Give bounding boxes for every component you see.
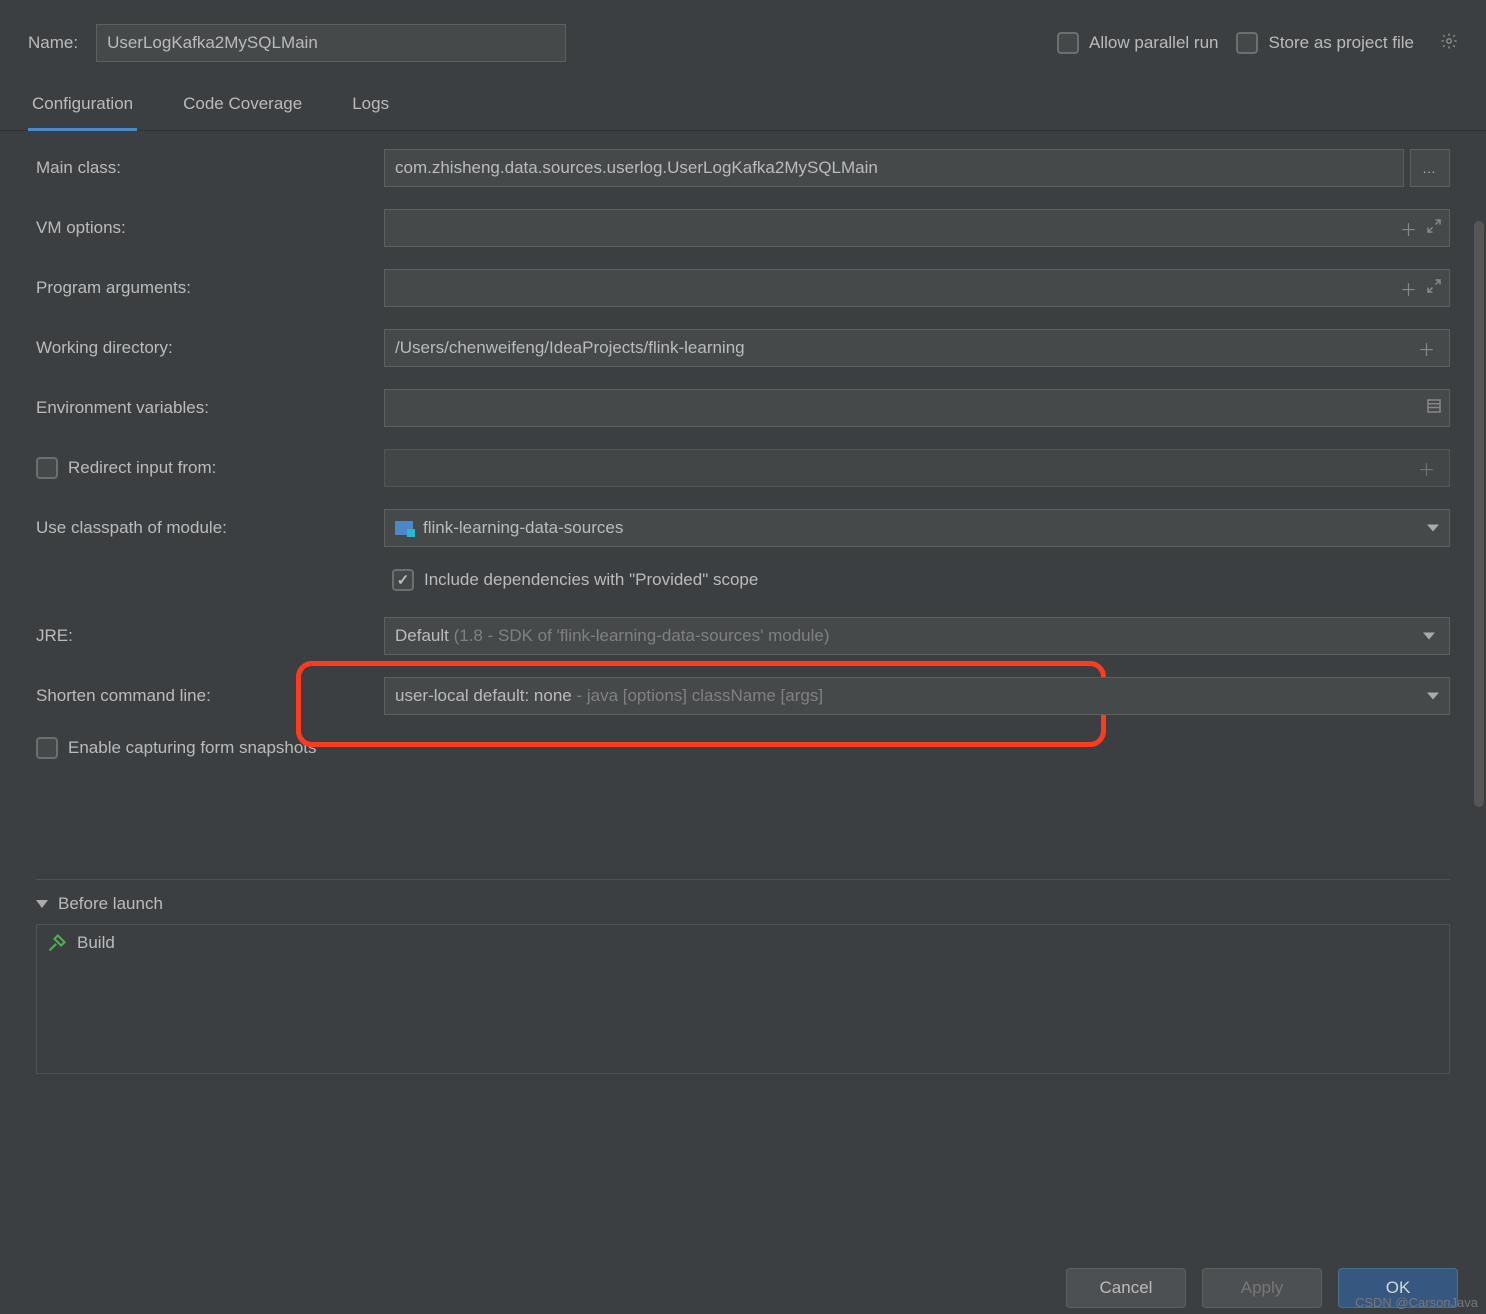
hammer-icon — [47, 933, 67, 953]
watermark: CSDN @CarsonJava — [1355, 1295, 1478, 1310]
program-args-input[interactable]: ＋ — [384, 269, 1450, 307]
enable-capture-option[interactable]: Enable capturing form snapshots — [36, 737, 317, 759]
shorten-value: user-local default: none - java [options… — [395, 686, 823, 706]
jre-row: JRE: Default (1.8 - SDK of 'flink-learni… — [36, 617, 1450, 655]
cancel-button[interactable]: Cancel — [1066, 1268, 1186, 1308]
scrollbar-thumb[interactable] — [1474, 221, 1484, 807]
redirect-input-field[interactable]: ＋ — [384, 449, 1450, 487]
module-icon — [395, 521, 413, 535]
env-vars-input[interactable] — [384, 389, 1450, 427]
before-launch-list[interactable]: Build — [36, 924, 1450, 1074]
enable-capture-checkbox[interactable] — [36, 737, 58, 759]
main-class-value: com.zhisheng.data.sources.userlog.UserLo… — [395, 158, 878, 178]
jre-dropdown-button[interactable] — [1406, 617, 1450, 655]
working-dir-value: /Users/chenweifeng/IdeaProjects/flink-le… — [395, 338, 745, 358]
program-args-label: Program arguments: — [36, 278, 384, 298]
chevron-down-icon — [36, 900, 48, 908]
classpath-value: flink-learning-data-sources — [423, 518, 623, 538]
main-class-input[interactable]: com.zhisheng.data.sources.userlog.UserLo… — [384, 149, 1404, 187]
shorten-value-main: user-local default: none — [395, 686, 572, 705]
redirect-label: Redirect input from: — [68, 458, 216, 478]
allow-parallel-checkbox[interactable] — [1057, 32, 1079, 54]
list-item[interactable]: Build — [37, 925, 1449, 961]
chevron-down-icon — [1427, 693, 1439, 700]
tab-logs[interactable]: Logs — [348, 84, 393, 130]
content-area: Main class: com.zhisheng.data.sources.us… — [0, 131, 1486, 1258]
enable-capture-label: Enable capturing form snapshots — [68, 738, 317, 758]
header: Name: Allow parallel run Store as projec… — [0, 0, 1486, 78]
chevron-down-icon — [1423, 633, 1435, 640]
shorten-select[interactable]: user-local default: none - java [options… — [384, 677, 1450, 715]
expand-icon[interactable] — [1425, 217, 1443, 240]
allow-parallel-option[interactable]: Allow parallel run — [1057, 32, 1218, 54]
shorten-label: Shorten command line: — [36, 686, 384, 706]
expand-icon[interactable] — [1425, 277, 1443, 300]
jre-value-hint: (1.8 - SDK of 'flink-learning-data-sourc… — [449, 626, 830, 645]
run-config-dialog: Name: Allow parallel run Store as projec… — [0, 0, 1486, 1314]
plus-icon[interactable]: ＋ — [1418, 336, 1435, 361]
before-launch-header[interactable]: Before launch — [36, 894, 1450, 914]
working-dir-label: Working directory: — [36, 338, 384, 358]
working-dir-input[interactable]: /Users/chenweifeng/IdeaProjects/flink-le… — [384, 329, 1450, 367]
apply-button[interactable]: Apply — [1202, 1268, 1322, 1308]
tab-code-coverage[interactable]: Code Coverage — [179, 84, 306, 130]
working-dir-row: Working directory: /Users/chenweifeng/Id… — [36, 329, 1450, 367]
scrollbar[interactable] — [1474, 221, 1484, 1198]
redirect-input-option[interactable]: Redirect input from: — [36, 457, 384, 479]
main-class-label: Main class: — [36, 158, 384, 178]
plus-icon[interactable]: ＋ — [1400, 216, 1417, 241]
classpath-select[interactable]: flink-learning-data-sources — [384, 509, 1450, 547]
jre-label: JRE: — [36, 626, 384, 646]
include-deps-option[interactable]: Include dependencies with "Provided" sco… — [392, 569, 758, 591]
vm-options-input[interactable]: ＋ — [384, 209, 1450, 247]
classpath-row: Use classpath of module: flink-learning-… — [36, 509, 1450, 547]
vm-options-row: VM options: ＋ — [36, 209, 1450, 247]
tab-configuration[interactable]: Configuration — [28, 84, 137, 131]
list-icon[interactable] — [1425, 397, 1443, 420]
store-project-label: Store as project file — [1268, 33, 1414, 53]
before-launch-title: Before launch — [58, 894, 163, 914]
include-deps-row: Include dependencies with "Provided" sco… — [36, 569, 1450, 591]
env-vars-row: Environment variables: — [36, 389, 1450, 427]
store-project-option[interactable]: Store as project file — [1236, 32, 1414, 54]
jre-value-main: Default — [395, 626, 449, 645]
build-item-label: Build — [77, 933, 115, 953]
name-label: Name: — [28, 33, 78, 53]
env-vars-label: Environment variables: — [36, 398, 384, 418]
allow-parallel-label: Allow parallel run — [1089, 33, 1218, 53]
jre-value: Default (1.8 - SDK of 'flink-learning-da… — [395, 626, 830, 646]
include-deps-checkbox[interactable] — [392, 569, 414, 591]
name-input[interactable] — [96, 24, 566, 62]
footer: Cancel Apply OK — [0, 1258, 1486, 1314]
main-class-browse-button[interactable]: … — [1410, 149, 1450, 187]
enable-capture-row: Enable capturing form snapshots — [36, 737, 1450, 759]
shorten-row: Shorten command line: user-local default… — [36, 677, 1450, 715]
chevron-down-icon — [1427, 525, 1439, 532]
redirect-row: Redirect input from: ＋ — [36, 449, 1450, 487]
include-deps-label: Include dependencies with "Provided" sco… — [424, 570, 758, 590]
classpath-label: Use classpath of module: — [36, 518, 384, 538]
jre-select[interactable]: Default (1.8 - SDK of 'flink-learning-da… — [384, 617, 1406, 655]
plus-icon[interactable]: ＋ — [1418, 456, 1435, 481]
before-launch-section: Before launch Build — [36, 879, 1450, 1074]
main-class-row: Main class: com.zhisheng.data.sources.us… — [36, 149, 1450, 187]
redirect-checkbox[interactable] — [36, 457, 58, 479]
program-args-row: Program arguments: ＋ — [36, 269, 1450, 307]
gear-icon[interactable] — [1440, 32, 1458, 55]
vm-options-label: VM options: — [36, 218, 384, 238]
store-project-checkbox[interactable] — [1236, 32, 1258, 54]
plus-icon[interactable]: ＋ — [1400, 276, 1417, 301]
tabs: Configuration Code Coverage Logs — [0, 78, 1486, 131]
shorten-value-hint: - java [options] className [args] — [572, 686, 823, 705]
